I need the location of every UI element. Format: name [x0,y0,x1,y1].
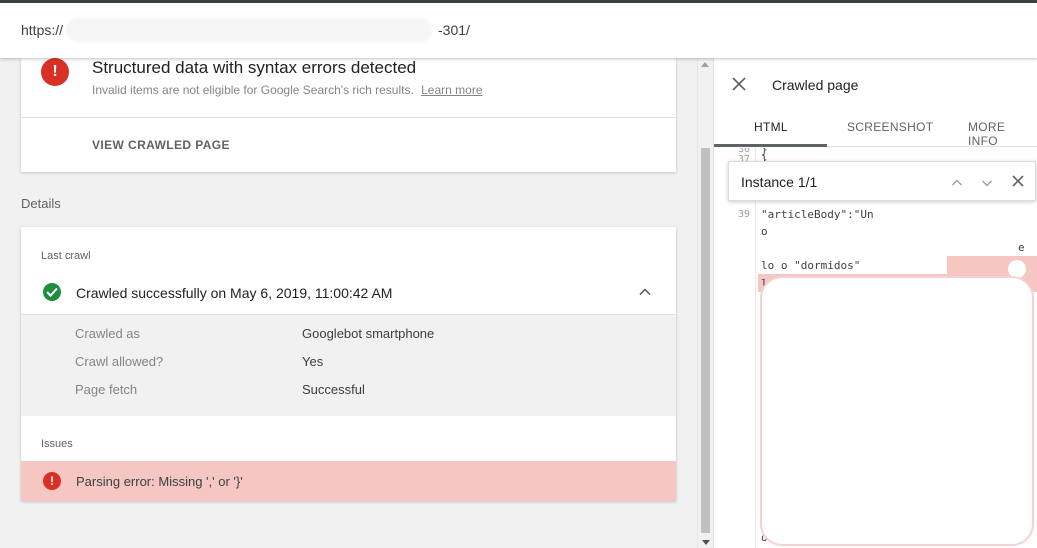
learn-more-link[interactable]: Learn more [421,83,482,97]
instance-label: Instance 1/1 [741,174,818,190]
close-icon[interactable] [1011,174,1025,188]
check-circle-icon [43,283,61,301]
url-bar[interactable]: https:// -301/ [0,3,1037,58]
issues-label: Issues [41,438,73,450]
line-number: 39 [738,209,751,220]
details-heading: Details [21,196,61,211]
main-scrollbar[interactable] [697,58,713,548]
scroll-thumb[interactable] [701,148,710,533]
view-crawled-page-button[interactable]: VIEW CRAWLED PAGE [92,138,230,152]
issue-row[interactable]: ! Parsing error: Missing ',' or '}' [21,461,676,501]
crawl-allowed-key: Crawl allowed? [75,354,164,369]
crawl-allowed-value: Yes [302,354,324,369]
main-pane: ! Structured data with syntax errors det… [0,58,697,548]
crawl-details-table: Crawled as Googlebot smartphone Crawl al… [21,314,676,416]
error-icon: ! [43,472,61,490]
page-fetch-value: Successful [302,382,365,397]
scroll-up-arrow-icon[interactable] [701,62,709,67]
error-icon: ! [41,58,69,86]
status-subtitle: Invalid items are not eligible for Googl… [92,83,483,97]
url-redacted [66,18,432,42]
last-crawl-label: Last crawl [41,250,91,262]
page-fetch-key: Page fetch [75,382,138,397]
panel-title: Crawled page [772,77,859,93]
instance-navigator: Instance 1/1 [728,161,1036,201]
status-title: Structured data with syntax errors detec… [92,58,417,77]
active-tab-indicator [714,144,827,147]
panel-tabs: HTML SCREENSHOT MORE INFO [714,108,1037,148]
issue-text: Parsing error: Missing ',' or '}' [76,474,243,489]
tab-html[interactable]: HTML [754,120,788,134]
crawled-as-value: Googlebot smartphone [302,326,435,341]
status-subtitle-text: Invalid items are not eligible for Googl… [92,83,414,97]
details-card: Last crawl Crawled successfully on May 6… [21,227,676,501]
code-line: e [1018,241,1025,254]
code-line: lo o "dormidos" [761,259,861,272]
table-row: Page fetch Successful [21,382,676,402]
crawled-as-key: Crawled as [75,326,141,341]
divider [21,117,676,118]
line-gutter: 36 37 39 [714,148,756,548]
crawl-status: Crawled successfully on May 6, 2019, 11:… [76,285,393,301]
tab-more-info[interactable]: MORE INFO [968,120,1037,148]
tab-screenshot[interactable]: SCREENSHOT [847,120,933,134]
close-icon[interactable] [731,76,747,92]
code-line: "articleBody":"Un [761,208,874,221]
table-row: Crawled as Googlebot smartphone [21,326,676,346]
scroll-down-arrow-icon[interactable] [702,540,710,545]
status-card: ! Structured data with syntax errors det… [21,58,676,172]
code-line: o [761,225,768,238]
chevron-up-icon[interactable] [638,285,652,299]
chevron-up-icon[interactable] [951,176,963,188]
url-prefix: https:// [21,22,64,38]
table-row: Crawl allowed? Yes [21,354,676,374]
chevron-down-icon[interactable] [981,176,993,188]
redacted-area [760,276,1034,546]
crawled-page-panel: Crawled page HTML SCREENSHOT MORE INFO 3… [713,58,1037,548]
url-suffix: -301/ [438,22,470,38]
